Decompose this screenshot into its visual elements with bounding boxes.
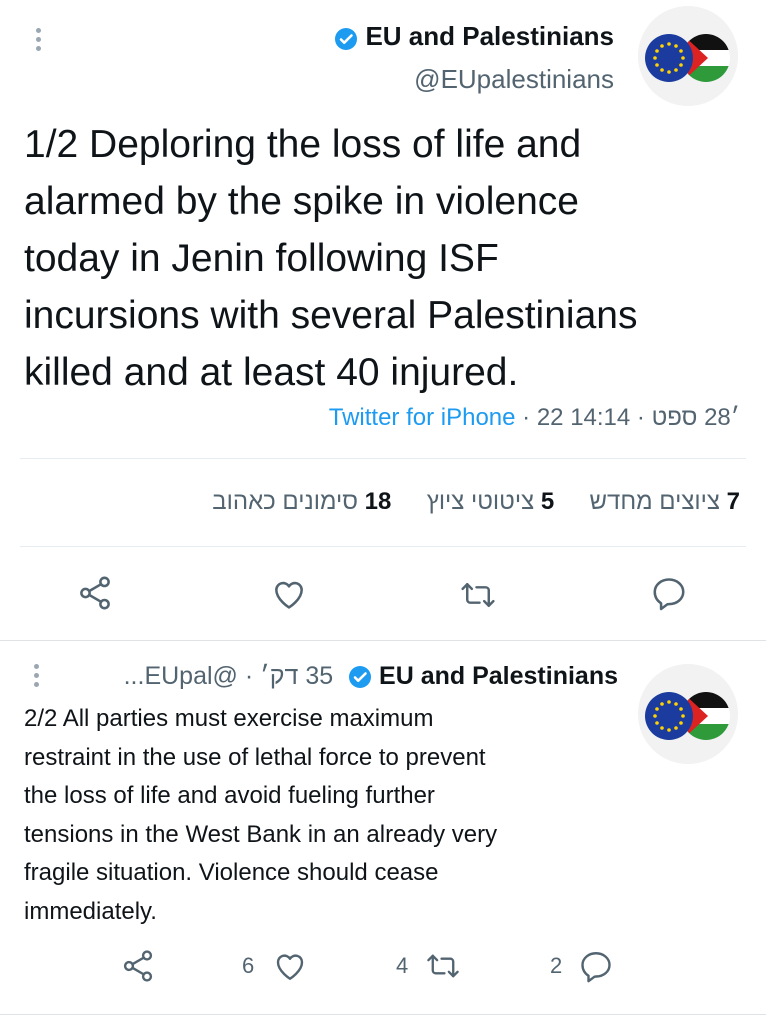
source-link[interactable]: Twitter for iPhone bbox=[329, 404, 516, 431]
tweet2-text: 2/2 All parties must exercise maximum re… bbox=[24, 700, 624, 931]
tweet2-header[interactable]: 35 דק׳ · @EUpal... EU and Palestinians bbox=[124, 660, 618, 692]
divider bbox=[0, 1014, 766, 1015]
display-name: EU and Palestinians bbox=[379, 662, 618, 690]
tweet-text-line: 1/2 Deploring the loss of life and bbox=[24, 123, 582, 166]
share-icon[interactable] bbox=[120, 948, 156, 984]
reply-count: 2 bbox=[550, 953, 563, 978]
avatar[interactable] bbox=[638, 6, 738, 106]
tweet-text-line: alarmed by the spike in violence bbox=[24, 180, 579, 223]
tweet-meta: Twitter for iPhone · 22 ׳28 ספט · 14:14 bbox=[329, 402, 740, 434]
more-options-icon[interactable] bbox=[36, 24, 41, 55]
tweet-text-line: incursions with several Palestinians bbox=[24, 294, 638, 337]
tweet1-text: 1/2 Deploring the loss of life and alarm… bbox=[24, 116, 744, 401]
reply-icon[interactable] bbox=[578, 948, 614, 984]
like-icon[interactable] bbox=[270, 575, 308, 613]
tweet1-author[interactable]: EU and Palestinians @EUpalestinians bbox=[334, 20, 614, 96]
reply-icon[interactable] bbox=[650, 574, 688, 612]
verified-badge-icon bbox=[334, 26, 358, 51]
verified-badge-icon bbox=[348, 665, 372, 689]
tweet-text-line: killed and at least 40 injured. bbox=[24, 351, 519, 394]
avatar[interactable] bbox=[638, 664, 738, 764]
likes-stat[interactable]: 18 סימונים כאהוב bbox=[212, 488, 391, 515]
divider bbox=[20, 546, 746, 547]
tweet-text-line: restraint in the use of lethal force to … bbox=[24, 743, 486, 771]
tweet-text-line: 2/2 All parties must exercise maximum bbox=[24, 705, 434, 732]
user-handle: @EUpalestinians bbox=[414, 64, 614, 94]
tweet-text-line: the loss of life and avoid fueling furth… bbox=[24, 782, 435, 809]
like-icon[interactable] bbox=[272, 948, 308, 984]
tweet-text-line: tensions in the West Bank in an already … bbox=[24, 820, 498, 848]
timestamp: · 22 ׳28 ספט · 14:14 bbox=[515, 404, 740, 431]
share-icon[interactable] bbox=[76, 574, 114, 612]
tweet-text-line: immediately. bbox=[24, 897, 157, 925]
quotes-stat[interactable]: 5 ציטוטי ציוץ bbox=[427, 488, 554, 515]
like-count: 6 bbox=[242, 953, 255, 978]
tweet-text-line: today in Jenin following ISF bbox=[24, 237, 499, 280]
more-options-icon[interactable] bbox=[34, 660, 39, 691]
divider bbox=[0, 640, 766, 641]
retweet-count: 4 bbox=[396, 953, 409, 978]
tweet-stats: 7 ציוצים מחדש 5 ציטוטי ציוץ 18 סימונים כ… bbox=[212, 486, 740, 518]
retweet-icon[interactable] bbox=[424, 948, 462, 984]
retweets-stat[interactable]: 7 ציוצים מחדש bbox=[590, 488, 740, 515]
handle-and-time: 35 דק׳ · @EUpal... bbox=[123, 662, 334, 690]
divider bbox=[20, 458, 746, 459]
retweet-icon[interactable] bbox=[458, 576, 498, 614]
display-name: EU and Palestinians bbox=[365, 21, 614, 51]
tweet-text-line: fragile situation. Violence should cease bbox=[24, 859, 439, 886]
